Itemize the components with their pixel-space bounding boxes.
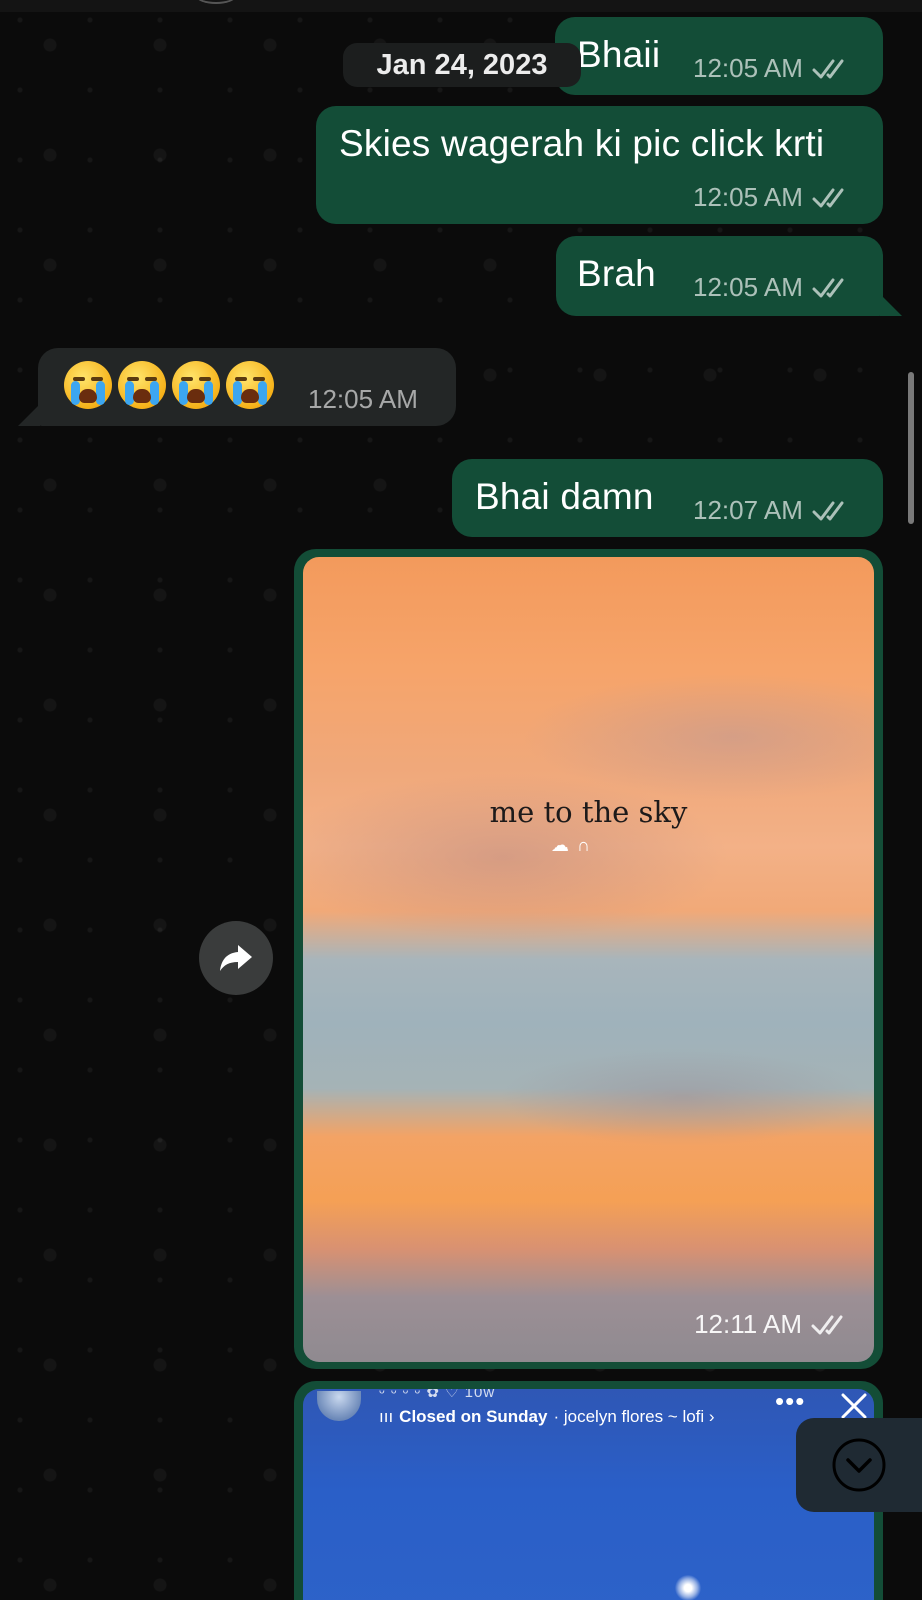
message-bubble-outgoing[interactable]: Skies wagerah ki pic click krti 12:05 AM: [316, 106, 883, 224]
message-text: Bhai damn: [475, 476, 654, 517]
loudly-crying-face-icon: [226, 361, 274, 409]
story-username: ᵕ̈ ᵕ̈ ᵕ̈ ᵕ̈ ✿ ♡ 10w: [379, 1389, 496, 1401]
chevron-down-icon: [832, 1438, 886, 1492]
message-meta: 12:07 AM: [693, 495, 851, 526]
forward-arrow-icon: [220, 945, 252, 971]
message-meta: 12:11 AM: [694, 1309, 850, 1340]
header-bar: [0, 0, 922, 12]
message-meta: 12:05 AM: [693, 182, 851, 213]
contact-avatar[interactable]: [196, 0, 236, 4]
cloud-icon: ☁: [551, 835, 569, 855]
story-music-label: ııı Closed on Sunday · jocelyn flores ~ …: [379, 1407, 715, 1427]
loudly-crying-face-icon: [118, 361, 166, 409]
image-message[interactable]: me to the sky ☁ ∩ 12:11 AM: [294, 549, 883, 1369]
message-bubble-outgoing[interactable]: Brah 12:05 AM: [556, 236, 883, 316]
message-text: Brah: [577, 253, 656, 294]
story-screenshot[interactable]: ᵕ̈ ᵕ̈ ᵕ̈ ᵕ̈ ✿ ♡ 10w ııı Closed on Sunday…: [303, 1389, 874, 1600]
close-icon: [841, 1393, 867, 1419]
message-text: Skies wagerah ki pic click krti: [339, 123, 825, 164]
message-meta: 12:05 AM: [693, 272, 851, 303]
heart-hands-icon: ∩: [577, 835, 590, 855]
emoji-row: [64, 361, 274, 409]
message-time: 12:07 AM: [693, 495, 803, 525]
loudly-crying-face-icon: [64, 361, 112, 409]
song-title: Closed on Sunday: [399, 1407, 548, 1426]
message-time: 12:05 AM: [693, 182, 803, 212]
song-artist: · jocelyn flores ~ lofi ›: [553, 1407, 715, 1426]
music-bars-icon: ııı: [379, 1407, 394, 1426]
loudly-crying-face-icon: [172, 361, 220, 409]
media-message[interactable]: ᵕ̈ ᵕ̈ ᵕ̈ ᵕ̈ ✿ ♡ 10w ııı Closed on Sunday…: [294, 1381, 883, 1600]
double-check-icon: [812, 188, 844, 207]
message-bubble-outgoing[interactable]: Bhaii 12:05 AM: [555, 17, 883, 95]
forward-button[interactable]: [199, 921, 273, 995]
bubble-tail: [18, 404, 40, 426]
date-chip: Jan 24, 2023: [343, 43, 581, 87]
avatar: [317, 1391, 361, 1421]
image-caption: me to the sky: [489, 795, 688, 829]
message-time: 12:05 AM: [693, 272, 803, 302]
message-bubble-outgoing[interactable]: Bhai damn 12:07 AM: [452, 459, 883, 537]
message-meta: 12:05 AM: [693, 53, 851, 84]
double-check-icon: [812, 59, 844, 78]
message-bubble-incoming[interactable]: 12:05 AM: [38, 348, 456, 426]
scroll-to-bottom-button[interactable]: [796, 1418, 922, 1512]
message-meta: 12:05 AM: [308, 384, 418, 415]
double-check-icon: [811, 1315, 843, 1334]
more-options-icon: •••: [775, 1389, 806, 1416]
message-time: 12:11 AM: [694, 1309, 802, 1339]
image-overlay-icons: ☁ ∩: [551, 835, 590, 856]
bubble-tail: [880, 294, 902, 316]
double-check-icon: [812, 501, 844, 520]
message-text: Bhaii: [577, 34, 661, 75]
message-time: 12:05 AM: [308, 384, 418, 414]
double-check-icon: [812, 278, 844, 297]
message-time: 12:05 AM: [693, 53, 803, 83]
sky-photo[interactable]: me to the sky ☁ ∩ 12:11 AM: [303, 557, 874, 1362]
moon-glow: [675, 1575, 701, 1600]
scrollbar[interactable]: [908, 372, 914, 524]
